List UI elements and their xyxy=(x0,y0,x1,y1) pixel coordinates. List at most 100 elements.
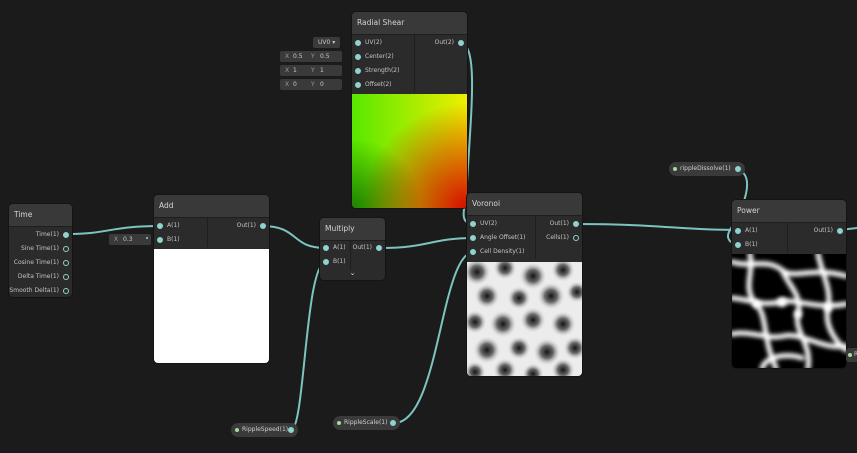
property-ripple-speed[interactable]: RippleSpeed(1) xyxy=(231,423,298,437)
port-dot-icon[interactable] xyxy=(288,427,294,433)
offset-y-value[interactable]: 0 xyxy=(320,79,324,90)
port-dot-icon[interactable] xyxy=(355,68,361,74)
input-port-a[interactable]: A(1) xyxy=(320,242,346,254)
radial-shear-node[interactable]: Radial Shear UV(2) Center(2) Strength(2)… xyxy=(352,12,467,208)
offscreen-node-stub[interactable]: R xyxy=(846,348,857,362)
input-port-cell-density[interactable]: Cell Density(1) xyxy=(467,246,524,258)
radial-shear-preview xyxy=(352,94,467,208)
port-dot-icon[interactable] xyxy=(470,235,476,241)
port-dot-icon[interactable] xyxy=(470,221,476,227)
graph-canvas[interactable]: Time Time(1) Sine Time(1) Cosine Time(1)… xyxy=(0,0,857,453)
power-node[interactable]: Power A(1) B(1) Out(1) xyxy=(732,200,846,368)
port-dot-icon[interactable] xyxy=(63,232,69,238)
input-port-b[interactable]: B(1) xyxy=(154,234,180,246)
output-port-out[interactable]: Out(1) xyxy=(814,225,846,237)
port-dot-icon[interactable] xyxy=(323,245,329,251)
field-label-y: Y xyxy=(311,53,315,60)
property-icon xyxy=(673,167,677,171)
add-node[interactable]: Add A(1) B(1) Out(1) xyxy=(154,195,269,363)
offset-x-value[interactable]: 0 xyxy=(293,79,297,90)
property-icon xyxy=(337,421,341,425)
port-dot-icon[interactable] xyxy=(573,221,579,227)
port-dot-icon[interactable] xyxy=(63,246,69,252)
dropdown-value: UV0 ▾ xyxy=(318,39,336,46)
field-label-y: Y xyxy=(311,67,315,74)
property-label: rippleDissolve(1) xyxy=(680,165,731,172)
strength-y-value[interactable]: 1 xyxy=(320,65,324,76)
port-dot-icon[interactable] xyxy=(470,249,476,255)
edge-time-to-add-a xyxy=(65,225,161,235)
port-dot-icon[interactable] xyxy=(735,242,741,248)
offset-field[interactable]: X 0 Y 0 xyxy=(280,79,342,90)
node-title: Add xyxy=(154,195,269,218)
port-dot-icon[interactable] xyxy=(157,223,163,229)
property-ripple-dissolve[interactable]: rippleDissolve(1) xyxy=(669,162,745,176)
node-title: Voronoi xyxy=(467,193,582,216)
output-port-delta-time[interactable]: Delta Time(1) xyxy=(18,271,72,283)
uv-channel-dropdown[interactable]: UV0 ▾ xyxy=(313,37,340,48)
field-label-x: X xyxy=(285,81,290,88)
input-port-uv[interactable]: UV(2) xyxy=(352,37,382,49)
input-port-center[interactable]: Center(2) xyxy=(352,51,394,63)
input-port-b[interactable]: B(1) xyxy=(320,256,346,268)
center-x-value[interactable]: 0.5 xyxy=(293,51,303,62)
output-port-cosine-time[interactable]: Cosine Time(1) xyxy=(14,257,72,269)
edge-rippleScale-to-voronoi-density xyxy=(393,251,475,424)
port-dot-icon[interactable] xyxy=(837,228,843,234)
output-port-smooth-delta[interactable]: Smooth Delta(1) xyxy=(9,285,72,297)
property-label: RippleSpeed(1) xyxy=(242,426,289,433)
port-dot-icon[interactable] xyxy=(355,40,361,46)
port-dot-icon[interactable] xyxy=(390,420,396,426)
input-port-b[interactable]: B(1) xyxy=(732,239,758,251)
multiply-node[interactable]: Multiply A(1) B(1) Out(1) ⌄ xyxy=(320,218,385,280)
strength-x-value[interactable]: 1 xyxy=(293,65,297,76)
port-dot-icon[interactable] xyxy=(63,288,69,294)
property-label: RippleScale(1) xyxy=(344,419,388,426)
add-preview xyxy=(154,249,269,363)
strength-field[interactable]: X 1 Y 1 xyxy=(280,65,342,76)
port-dot-icon[interactable] xyxy=(735,166,741,172)
output-port-out[interactable]: Out(2) xyxy=(435,37,467,49)
port-dot-icon[interactable] xyxy=(376,245,382,251)
voronoi-node[interactable]: Voronoi UV(2) Angle Offset(1) Cell Densi… xyxy=(467,193,582,376)
field-label-x: X xyxy=(114,236,119,243)
edge-voronoi-to-power-a xyxy=(575,223,739,231)
property-ripple-scale[interactable]: RippleScale(1) xyxy=(333,416,400,430)
port-dot-icon[interactable] xyxy=(323,259,329,265)
property-icon xyxy=(848,353,852,357)
input-port-strength[interactable]: Strength(2) xyxy=(352,65,399,77)
input-port-a[interactable]: A(1) xyxy=(154,220,180,232)
port-dot-icon[interactable] xyxy=(260,223,266,229)
output-port-out[interactable]: Out(1) xyxy=(237,220,269,232)
input-port-offset[interactable]: Offset(2) xyxy=(352,79,392,91)
port-dot-icon[interactable] xyxy=(157,237,163,243)
input-port-uv[interactable]: UV(2) xyxy=(467,218,497,230)
output-port-out[interactable]: Out(1) xyxy=(353,242,385,254)
port-dot-icon[interactable] xyxy=(458,40,464,46)
add-b-field[interactable]: X 0.3 xyxy=(109,234,151,245)
field-label-x: X xyxy=(285,53,290,60)
port-dot-icon[interactable] xyxy=(355,54,361,60)
output-port-out[interactable]: Out(1) xyxy=(550,218,582,230)
field-value[interactable]: 0.3 xyxy=(123,234,133,245)
port-dot-icon[interactable] xyxy=(63,260,69,266)
edge-add-to-multiply-a xyxy=(261,225,327,249)
port-dot-icon[interactable] xyxy=(573,235,579,241)
output-port-time[interactable]: Time(1) xyxy=(36,229,72,241)
port-dot-icon[interactable] xyxy=(735,228,741,234)
expand-preview-icon[interactable]: ⌄ xyxy=(320,270,385,280)
port-dot-icon[interactable] xyxy=(355,82,361,88)
input-port-angle-offset[interactable]: Angle Offset(1) xyxy=(467,232,526,244)
edge-multiply-to-voronoi-angle xyxy=(378,237,475,249)
center-y-value[interactable]: 0.5 xyxy=(320,51,330,62)
node-title: Multiply xyxy=(320,218,385,241)
port-dot-icon[interactable] xyxy=(63,274,69,280)
time-node[interactable]: Time Time(1) Sine Time(1) Cosine Time(1)… xyxy=(9,204,72,297)
center-field[interactable]: X 0.5 Y 0.5 xyxy=(280,51,342,62)
output-port-cells[interactable]: Cells(1) xyxy=(546,232,582,244)
node-title: Time xyxy=(9,204,72,227)
edge-rippleSpeed-to-multiply-b xyxy=(290,261,327,431)
port-dot-icon xyxy=(146,237,148,239)
input-port-a[interactable]: A(1) xyxy=(732,225,758,237)
output-port-sine-time[interactable]: Sine Time(1) xyxy=(21,243,72,255)
